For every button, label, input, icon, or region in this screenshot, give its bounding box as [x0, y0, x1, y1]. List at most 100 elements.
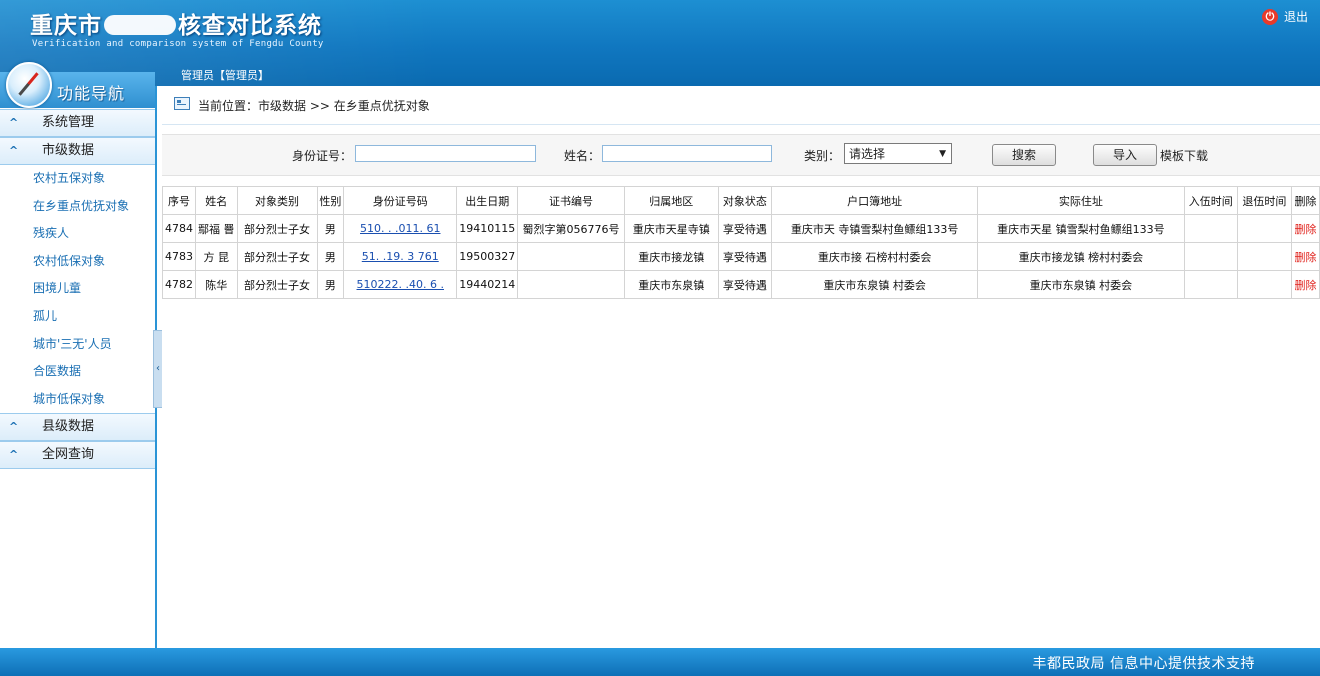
system-title-prefix: 重庆市 — [30, 13, 102, 39]
id-number-label: 身份证号： — [292, 149, 353, 163]
column-header: 证书编号 — [517, 186, 625, 215]
breadcrumb: 当前位置：市级数据 >> 在乡重点优抚对象 — [198, 99, 430, 113]
cell-id-number: 510. . .011. 61 — [343, 214, 458, 243]
cell-enlist-date — [1183, 242, 1238, 271]
cell-household-address: 重庆市东泉镇 村委会 — [771, 270, 978, 299]
cell-delete: 删除 — [1290, 242, 1320, 271]
column-header: 删除 — [1290, 186, 1320, 215]
cell-gender: 男 — [316, 242, 345, 271]
delete-link[interactable]: 删除 — [1294, 223, 1316, 236]
breadcrumb-bar: 当前位置：市级数据 >> 在乡重点优抚对象 — [162, 86, 1320, 125]
logout-button[interactable]: ⏻ 退出 — [1261, 8, 1308, 25]
column-header: 性别 — [316, 186, 345, 215]
nav-item-children-in-distress[interactable]: 困境儿童 — [0, 275, 155, 303]
cell-region: 重庆市东泉镇 — [623, 270, 719, 299]
nav-item-rural-five-guarantee[interactable]: 农村五保对象 — [0, 165, 155, 193]
location-icon — [174, 97, 190, 110]
cell-enlist-date — [1183, 270, 1238, 299]
cell-gender: 男 — [316, 270, 345, 299]
nav-item-key-special-care[interactable]: 在乡重点优抚对象 — [0, 193, 155, 221]
cell-status: 享受待遇 — [717, 270, 773, 299]
table-row: 4784 鄢福 罾 部分烈士子女 男 510. . .011. 61 19410… — [162, 214, 1320, 243]
name-label: 姓名： — [564, 149, 601, 163]
cell-household-address: 重庆市天 寺镇雪梨村鱼鳔组133号 — [771, 214, 978, 243]
nav-group-system[interactable]: ^ 系统管理 — [0, 109, 155, 137]
column-header: 户口簿地址 — [771, 186, 978, 215]
power-icon: ⏻ — [1261, 8, 1278, 25]
nav-group-city[interactable]: ^ 市级数据 — [0, 137, 155, 165]
system-subtitle: Verification and comparison system of Fe… — [32, 39, 324, 49]
main-content: 当前位置：市级数据 >> 在乡重点优抚对象 身份证号： 姓名： 类别： 请选择 … — [162, 86, 1320, 648]
chevron-up-icon: ^ — [9, 448, 19, 462]
type-select[interactable]: 请选择 ▼ — [844, 143, 952, 164]
records-table: 序号 姓名 对象类别 性别 身份证号码 出生日期 证书编号 归属地区 对象状态 … — [162, 186, 1320, 299]
nav-group-label: 县级数据 — [42, 419, 95, 435]
column-header: 序号 — [162, 186, 196, 215]
cell-birth-date: 19440214 — [456, 270, 519, 299]
cell-region: 重庆市接龙镇 — [623, 242, 719, 271]
id-number-link[interactable]: 510222. .40. 6 . — [357, 278, 444, 291]
cell-gender: 男 — [316, 214, 345, 243]
column-header: 对象类别 — [236, 186, 318, 215]
chevron-left-icon: ‹ — [156, 363, 160, 374]
nav-title: 功能导航 — [57, 84, 126, 103]
chevron-up-icon: ^ — [9, 116, 19, 129]
table-row: 4782 陈华 部分烈士子女 男 510222. .40. 6 . 194402… — [162, 270, 1320, 299]
nav-group-county[interactable]: ^ 县级数据 — [0, 413, 155, 442]
cell-region: 重庆市天星寺镇 — [623, 214, 719, 243]
column-header: 身份证号码 — [343, 186, 458, 215]
cell-index: 4783 — [162, 242, 196, 271]
nav-item-urban-low-income[interactable]: 城市低保对象 — [0, 386, 155, 414]
name-input[interactable] — [602, 145, 772, 162]
id-number-input[interactable] — [355, 145, 536, 162]
template-download-link[interactable]: 模板下载 — [1160, 147, 1208, 164]
cell-category: 部分烈士子女 — [236, 242, 318, 271]
cell-actual-address: 重庆市天星 镇雪梨村鱼鳔组133号 — [976, 214, 1185, 243]
cell-category: 部分烈士子女 — [236, 214, 318, 243]
chevron-up-icon: ^ — [9, 420, 19, 434]
nav-item-urban-three-no[interactable]: 城市'三无'人员 — [0, 331, 155, 359]
app-header: 重庆市 核查对比系统 Verification and comparison sy… — [0, 0, 1320, 86]
nav-group-network-query[interactable]: ^ 全网查询 — [0, 441, 155, 470]
cell-name: 方 昆 — [195, 242, 238, 271]
nav-menu: ^ 系统管理 ^ 市级数据 农村五保对象 在乡重点优抚对象 残疾人 农村低保对象… — [0, 109, 155, 470]
compass-icon — [6, 62, 52, 108]
logout-label: 退出 — [1283, 10, 1308, 24]
footer-credit: 丰都民政局 信息中心提供技术支持 — [1032, 656, 1255, 672]
cell-discharge-date — [1236, 242, 1292, 271]
type-label: 类别： — [804, 149, 841, 163]
system-title: 重庆市 核查对比系统 — [30, 6, 322, 40]
id-number-link[interactable]: 51. .19. 3 761 — [362, 250, 439, 263]
cell-certificate-no: 蜀烈字第056776号 — [517, 214, 625, 243]
nav-item-rural-low-income[interactable]: 农村低保对象 — [0, 248, 155, 276]
column-header: 出生日期 — [456, 186, 519, 215]
system-title-suffix: 核查对比系统 — [178, 13, 322, 39]
cell-actual-address: 重庆市东泉镇 村委会 — [976, 270, 1185, 299]
column-header: 退伍时间 — [1236, 186, 1292, 215]
id-number-link[interactable]: 510. . .011. 61 — [360, 222, 440, 235]
search-button[interactable]: 搜索 — [992, 144, 1056, 166]
cell-household-address: 重庆市接 石榜村村委会 — [771, 242, 978, 271]
cell-birth-date: 19410115 — [456, 214, 519, 243]
nav-item-disabled[interactable]: 残疾人 — [0, 220, 155, 248]
cell-status: 享受待遇 — [717, 214, 773, 243]
cell-name: 鄢福 罾 — [195, 214, 238, 243]
nav-item-medical-data[interactable]: 合医数据 — [0, 358, 155, 386]
nav-group-label: 系统管理 — [42, 115, 95, 130]
type-select-value: 请选择 — [849, 147, 886, 161]
delete-link[interactable]: 删除 — [1294, 279, 1316, 292]
cell-id-number: 51. .19. 3 761 — [343, 242, 458, 271]
column-header: 入伍时间 — [1183, 186, 1238, 215]
delete-link[interactable]: 删除 — [1294, 251, 1316, 264]
app-footer: 丰都民政局 信息中心提供技术支持 — [0, 648, 1320, 676]
cell-discharge-date — [1236, 214, 1292, 243]
cell-discharge-date — [1236, 270, 1292, 299]
cell-status: 享受待遇 — [717, 242, 773, 271]
nav-group-label: 市级数据 — [42, 143, 95, 158]
import-button[interactable]: 导入 — [1093, 144, 1157, 166]
column-header: 对象状态 — [717, 186, 773, 215]
nav-item-orphans[interactable]: 孤儿 — [0, 303, 155, 331]
cell-certificate-no — [517, 270, 625, 299]
column-header: 实际住址 — [976, 186, 1185, 215]
column-header: 姓名 — [195, 186, 238, 215]
